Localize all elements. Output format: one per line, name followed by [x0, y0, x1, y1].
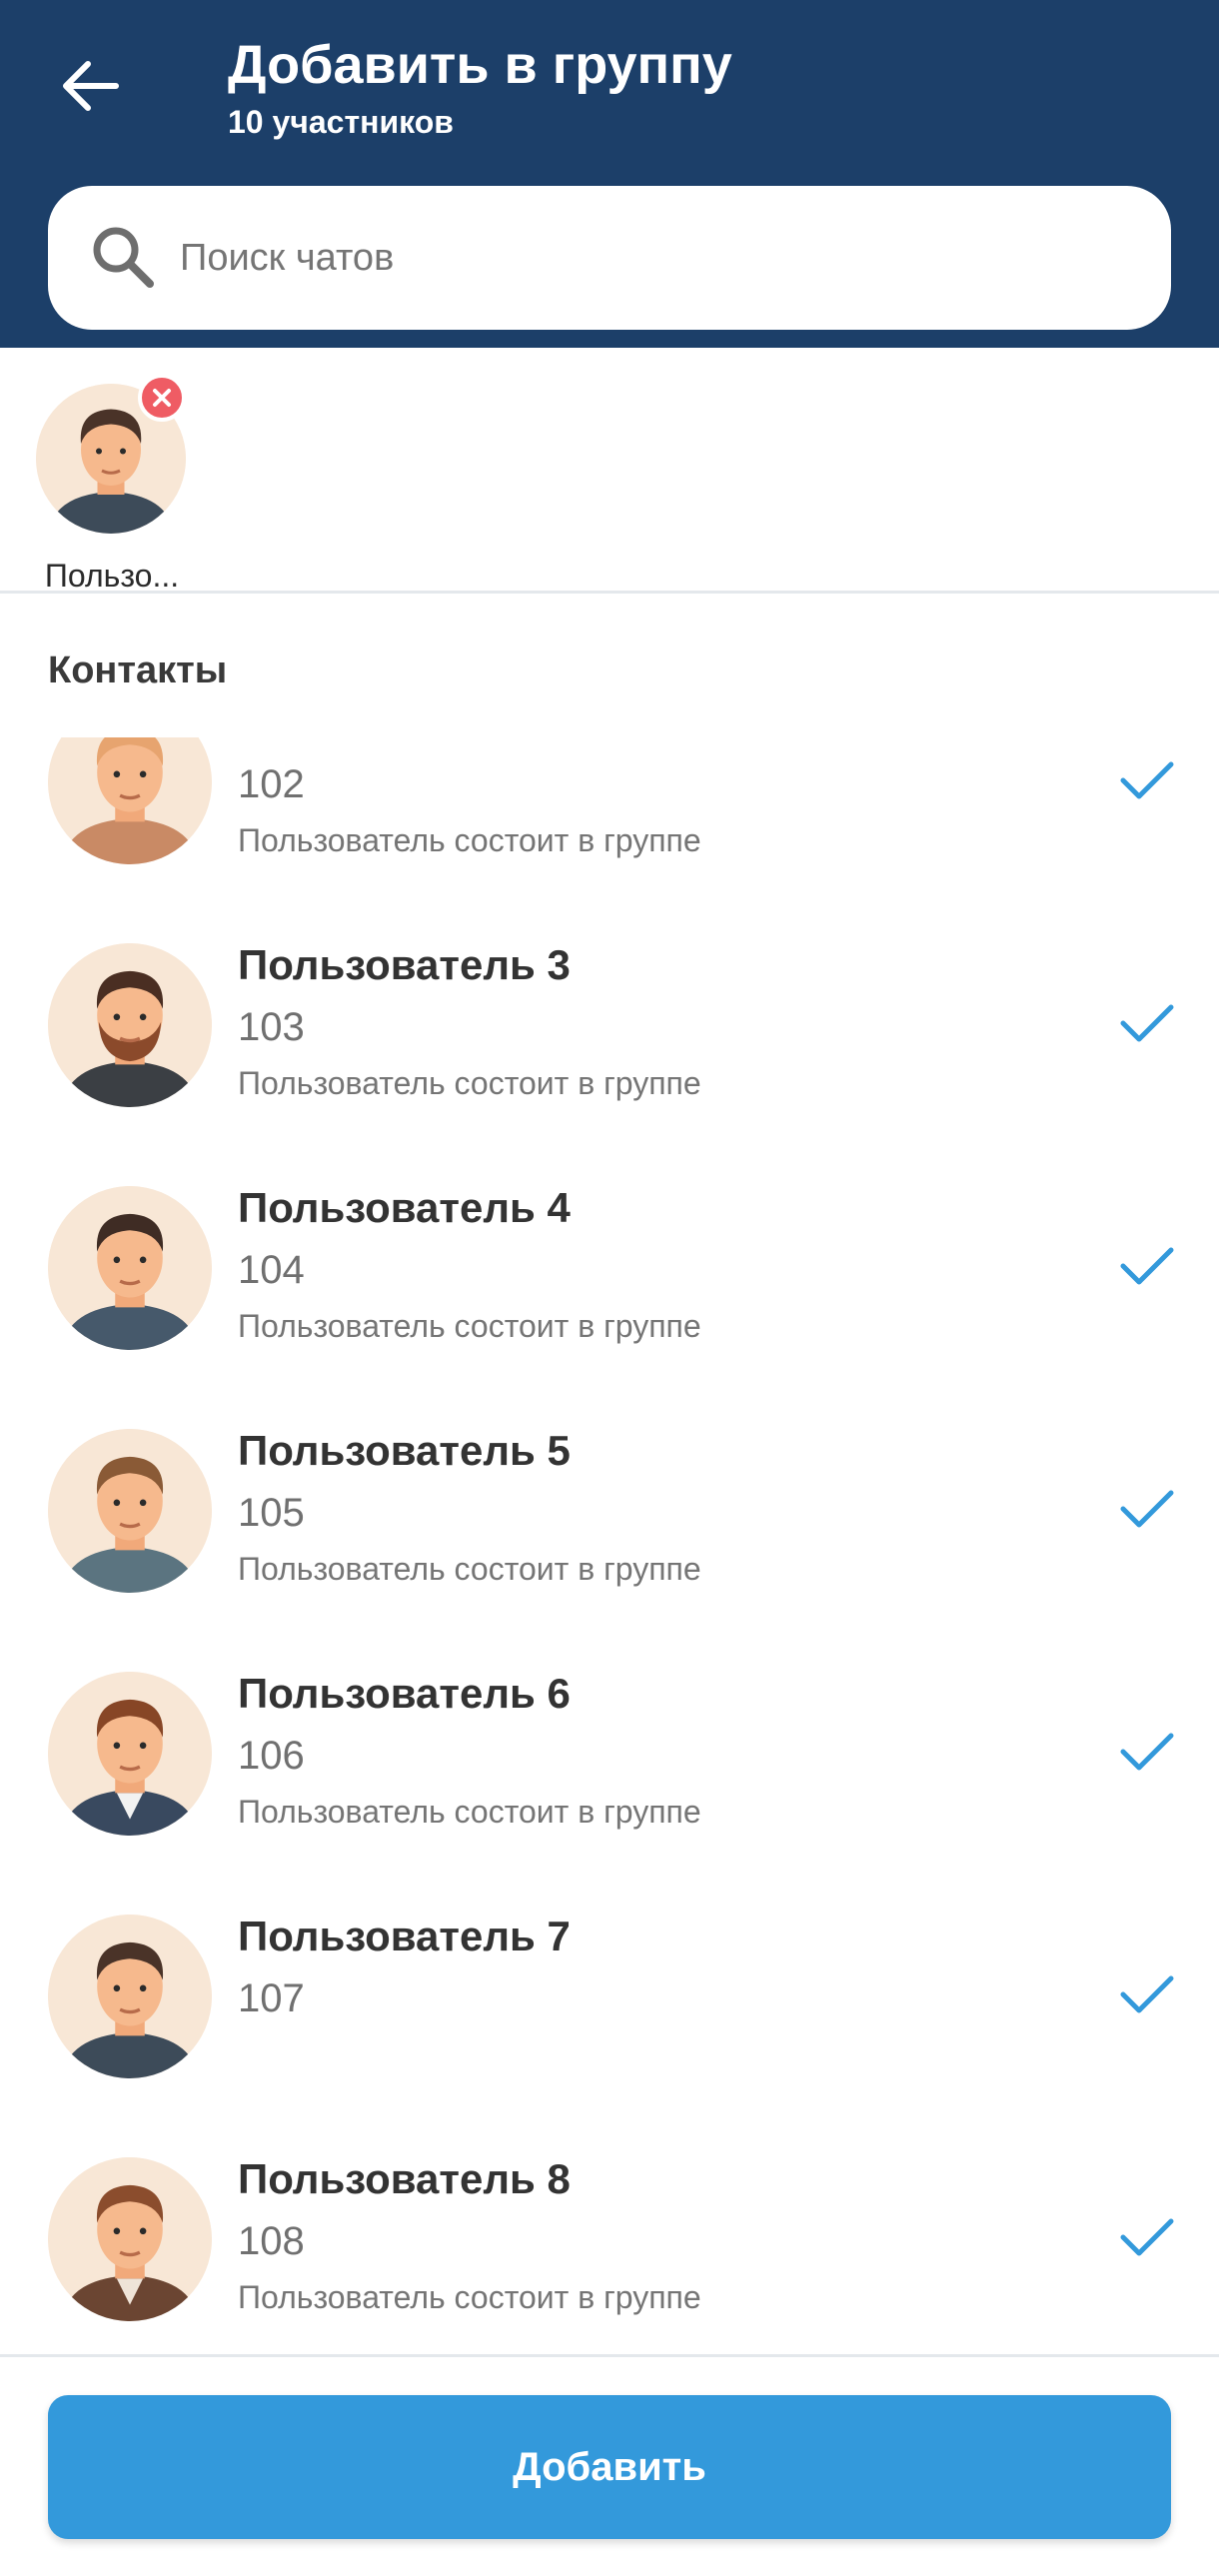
contact-number: 107 — [238, 1976, 305, 2020]
avatar — [48, 1672, 212, 1836]
checkmark-icon — [1120, 1733, 1174, 1771]
checkmark-icon — [1120, 1247, 1174, 1285]
arrow-left-icon — [63, 61, 119, 111]
contact-row[interactable]: Пользователь 8 108 Пользователь состоит … — [0, 2117, 1219, 2354]
checkmark-icon — [1120, 761, 1174, 799]
selected-chip[interactable]: Пользо... — [24, 368, 200, 594]
contact-list[interactable]: 102 Пользователь состоит в группе Пользо… — [0, 737, 1219, 2354]
contact-row[interactable]: Пользователь 7 107 — [0, 1875, 1219, 2117]
contact-number: 103 — [238, 1005, 305, 1049]
contact-name: Пользователь 3 — [238, 941, 571, 988]
avatar — [48, 1915, 212, 2078]
search-input[interactable] — [180, 186, 1129, 330]
checkmark-icon — [1120, 1975, 1174, 2013]
section-title-contacts: Контакты — [48, 649, 228, 691]
search-bar[interactable] — [48, 186, 1171, 330]
contact-row[interactable]: 102 Пользователь состоит в группе — [0, 737, 1219, 903]
contact-status: Пользователь состоит в группе — [238, 1551, 701, 1587]
add-button[interactable]: Добавить — [48, 2395, 1171, 2539]
contact-number: 102 — [238, 762, 305, 806]
contact-status: Пользователь состоит в группе — [238, 1794, 701, 1830]
contact-row[interactable]: Пользователь 4 104 Пользователь состоит … — [0, 1146, 1219, 1389]
selected-chip-label: Пользо... — [44, 558, 180, 594]
contact-number: 104 — [238, 1248, 305, 1292]
contact-name: Пользователь 8 — [238, 2155, 571, 2202]
contact-row[interactable]: Пользователь 3 103 Пользователь состоит … — [0, 903, 1219, 1146]
selected-members: Пользо... — [0, 348, 1219, 594]
app-header: Добавить в группу 10 участников — [0, 0, 1219, 348]
contact-status: Пользователь состоит в группе — [238, 1065, 701, 1101]
checkmark-icon — [1120, 1004, 1174, 1042]
footer-bar: Добавить — [0, 2354, 1219, 2576]
close-icon — [153, 389, 171, 407]
contact-status: Пользователь состоит в группе — [238, 2279, 701, 2315]
contact-row[interactable]: Пользователь 5 105 Пользователь состоит … — [0, 1389, 1219, 1632]
contact-number: 108 — [238, 2219, 305, 2263]
member-count: 10 участников — [228, 104, 454, 140]
page-title: Добавить в группу — [228, 35, 732, 95]
search-icon — [93, 227, 154, 288]
back-button[interactable] — [48, 44, 132, 128]
avatar — [48, 1186, 212, 1350]
contact-status: Пользователь состоит в группе — [238, 822, 701, 858]
contact-row[interactable]: Пользователь 6 106 Пользователь состоит … — [0, 1632, 1219, 1875]
avatar — [48, 2157, 212, 2321]
contact-name: Пользователь 4 — [238, 1184, 571, 1231]
contact-number: 105 — [238, 1491, 305, 1535]
contact-status: Пользователь состоит в группе — [238, 1308, 701, 1344]
avatar — [48, 943, 212, 1107]
contact-number: 106 — [238, 1734, 305, 1778]
contact-name: Пользователь 5 — [238, 1427, 571, 1474]
contact-name: Пользователь 7 — [238, 1913, 571, 1959]
avatar — [48, 737, 212, 864]
remove-member-button[interactable] — [138, 374, 186, 422]
contact-name: Пользователь 6 — [238, 1670, 571, 1717]
checkmark-icon — [1120, 2218, 1174, 2256]
checkmark-icon — [1120, 1490, 1174, 1528]
avatar — [48, 1429, 212, 1593]
